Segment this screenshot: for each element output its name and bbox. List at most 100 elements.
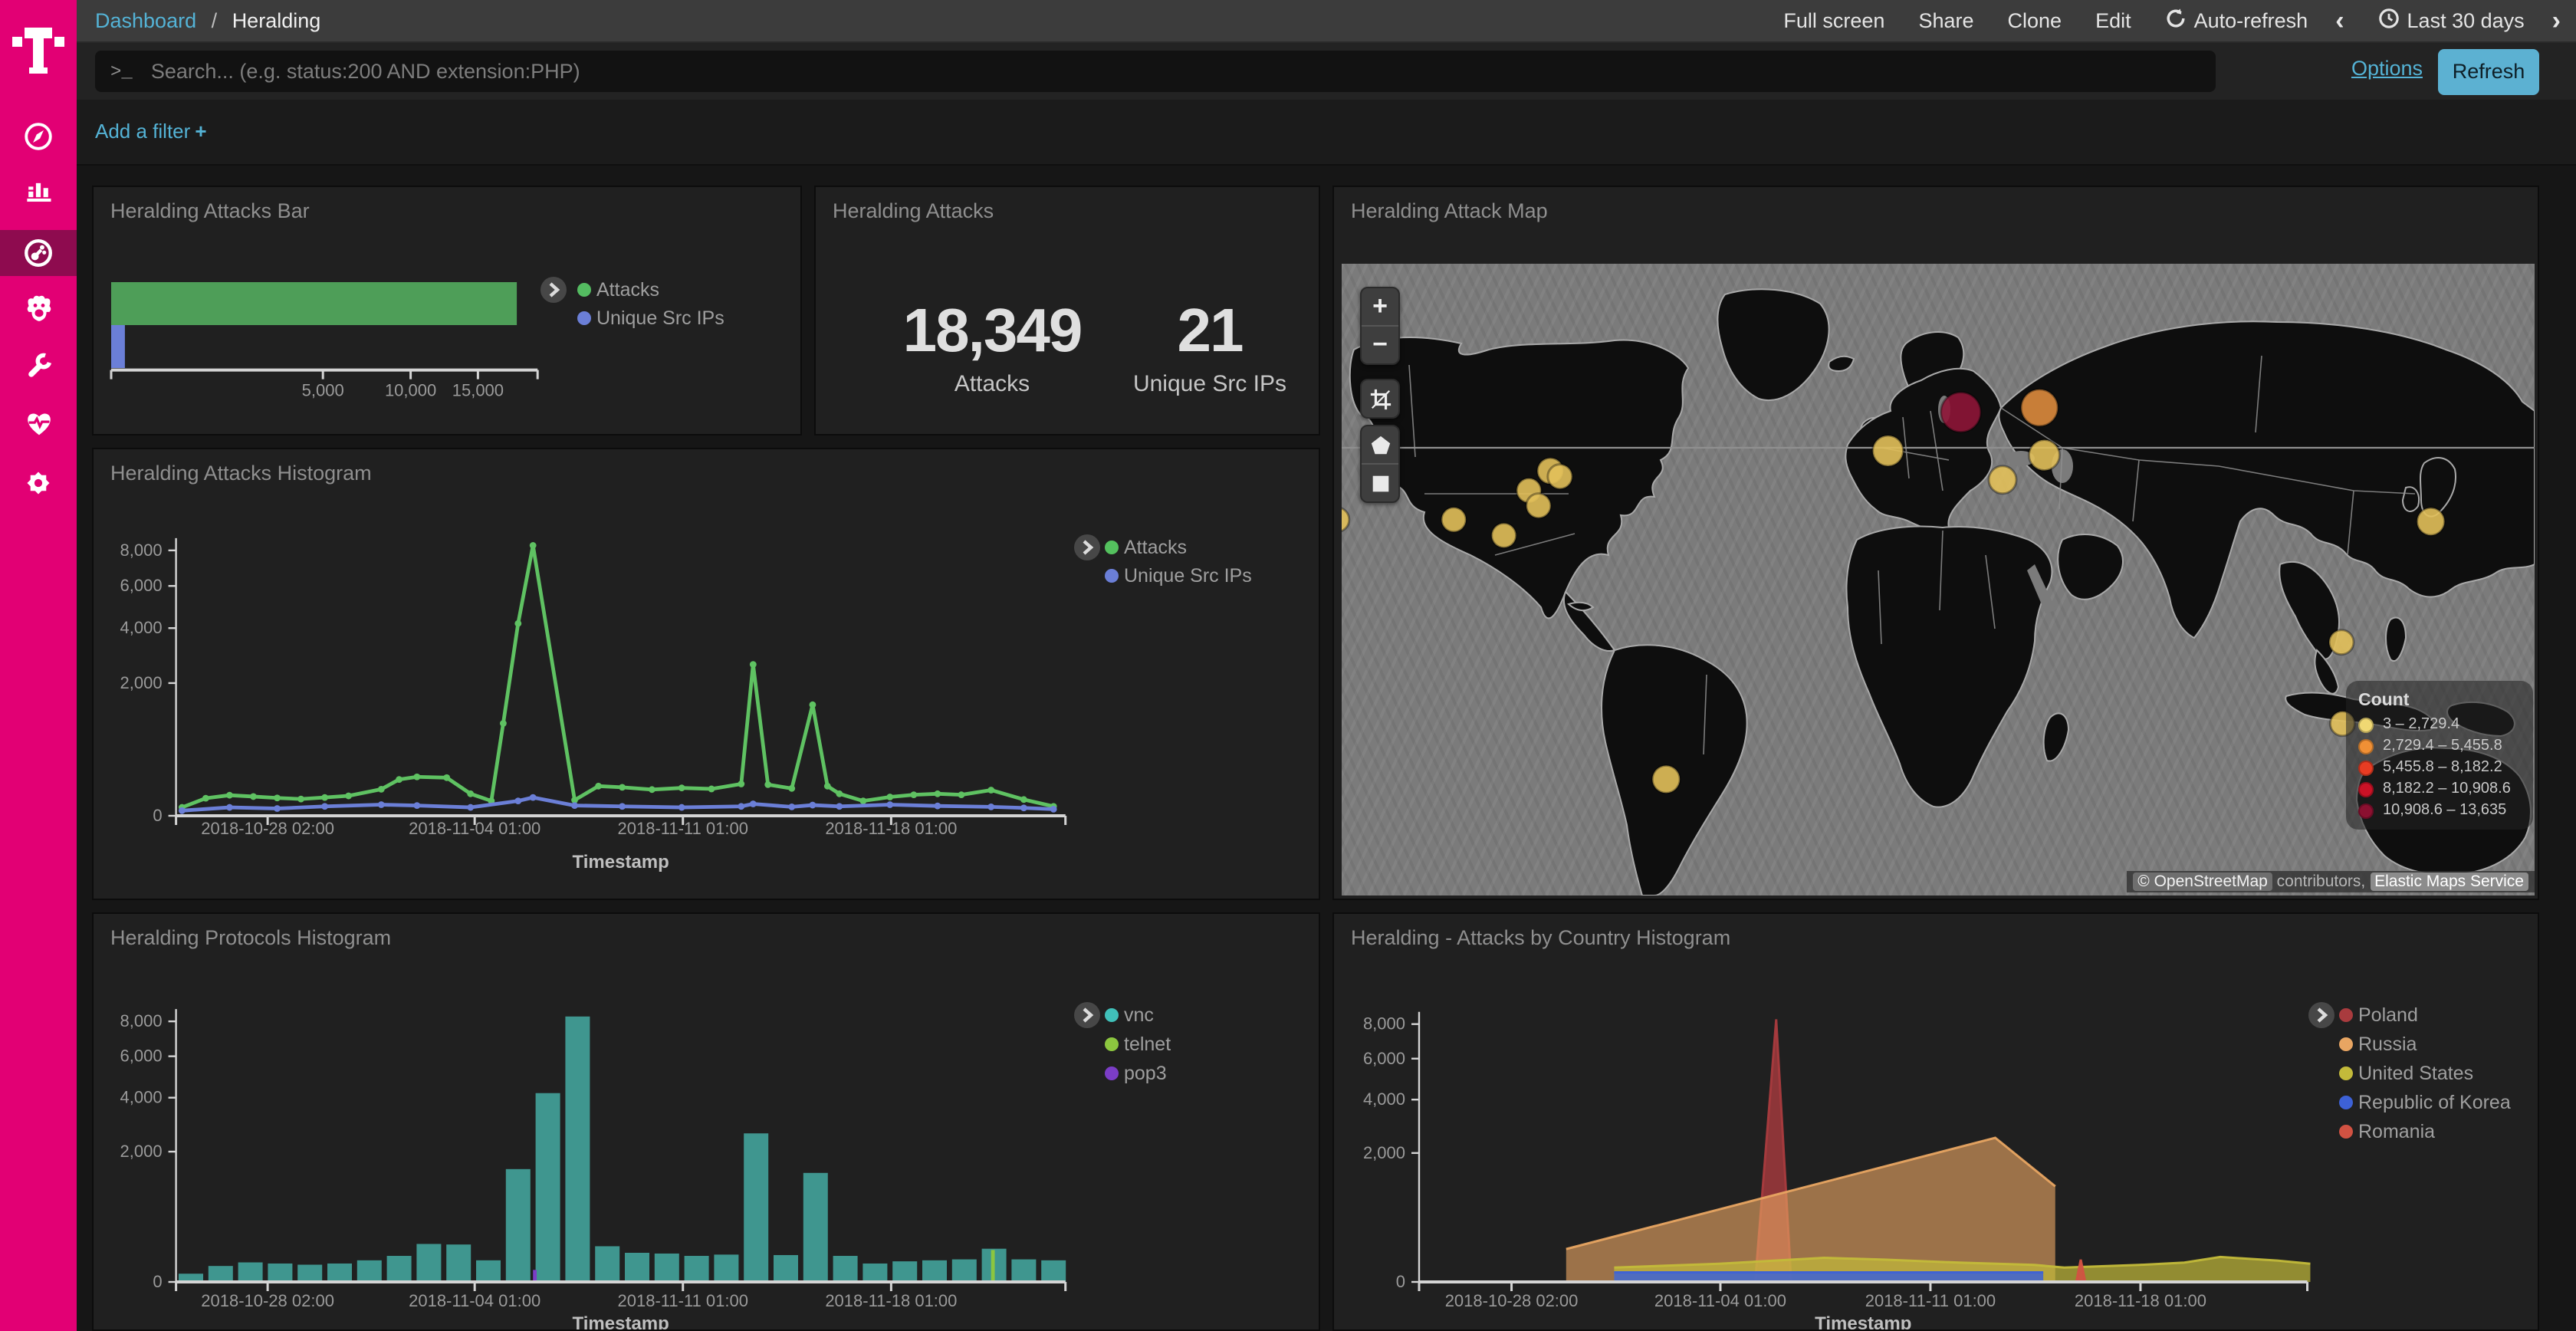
time-next-button[interactable]: ›	[2552, 8, 2561, 34]
edit-button[interactable]: Edit	[2095, 9, 2131, 32]
breadcrumb: Dashboard / Heralding	[95, 9, 320, 32]
legend-item[interactable]: Attacks	[577, 279, 659, 301]
panel-attacks-histogram: Heralding Attacks Histogram 02,0004,0006…	[92, 448, 1320, 900]
svg-text:2018-11-11 01:00: 2018-11-11 01:00	[618, 819, 748, 838]
panel-country-histogram: Heralding - Attacks by Country Histogram…	[1332, 912, 2539, 1331]
attack-dot[interactable]	[1652, 765, 1680, 793]
count-range-dot	[2358, 738, 2374, 754]
crop-filter-icon[interactable]	[1362, 380, 1398, 417]
chart-legend[interactable]: Attacks Unique Src IPs	[1074, 534, 1252, 587]
legend-item[interactable]: Attacks	[1105, 537, 1187, 558]
time-picker-button[interactable]: Last 30 days	[2378, 8, 2525, 34]
options-link[interactable]: Options	[2351, 57, 2423, 80]
metric-value: 21	[1095, 297, 1325, 366]
panel-attacks-metric: Heralding Attacks 18,349 Attacks 21 Uniq…	[814, 186, 1320, 435]
country-histogram-chart[interactable]: 02,0004,0006,0008,0002018-10-28 02:00201…	[1334, 914, 2538, 1329]
svg-text:4,000: 4,000	[120, 1088, 163, 1107]
attack-dot[interactable]	[1941, 393, 1981, 432]
sidebar-item-timelion[interactable]	[0, 282, 77, 334]
t-mobile-logo[interactable]	[12, 15, 64, 86]
sidebar-item-monitoring[interactable]	[0, 397, 77, 449]
sidebar-item-dashboard[interactable]	[0, 230, 77, 276]
svg-text:2018-11-04 01:00: 2018-11-04 01:00	[1654, 1291, 1786, 1310]
clone-button[interactable]: Clone	[2008, 9, 2062, 32]
attack-dot[interactable]	[1342, 508, 1349, 532]
rectangle-draw-icon[interactable]	[1362, 463, 1398, 501]
svg-text:Timestamp: Timestamp	[1815, 1313, 1911, 1329]
compass-icon	[21, 120, 55, 153]
filter-bar: Add a filter+	[77, 100, 2576, 166]
metric-unique-src-ips: 21 Unique Src IPs	[1095, 297, 1325, 397]
map-legend-entry: 3 – 2,729.4	[2358, 716, 2521, 733]
attack-dot[interactable]	[1548, 465, 1572, 489]
svg-text:United States: United States	[2358, 1063, 2473, 1084]
breadcrumb-dashboard-link[interactable]: Dashboard	[95, 9, 196, 32]
attack-dot[interactable]	[2329, 630, 2354, 655]
attack-dot[interactable]	[1989, 466, 2016, 494]
zoom-in-button[interactable]: +	[1362, 288, 1398, 325]
svg-text:Attacks: Attacks	[596, 279, 659, 301]
search-input[interactable]	[148, 58, 2200, 84]
wrench-icon	[21, 350, 55, 383]
svg-text:Timestamp: Timestamp	[573, 1313, 669, 1329]
attack-dot[interactable]	[2417, 508, 2445, 535]
attacks-bar-chart[interactable]: 5,00010,00015,000AttacksUnique Src IPs	[94, 187, 800, 434]
world-map[interactable]: + − Count 3 – 2,729.42,729.4 – 5,455.85,…	[1342, 264, 2535, 896]
zoom-out-button[interactable]: −	[1362, 325, 1398, 363]
attacks-histogram-chart[interactable]: 02,0004,0006,0008,0002018-10-28 02:00201…	[94, 449, 1319, 899]
legend-item[interactable]: telnet	[1105, 1034, 1171, 1055]
attack-dot[interactable]	[1873, 435, 1904, 466]
legend-item[interactable]: Romania	[2339, 1121, 2435, 1142]
svg-text:0: 0	[153, 1272, 162, 1291]
auto-refresh-button[interactable]: Auto-refresh	[2165, 8, 2308, 34]
polygon-draw-icon[interactable]	[1362, 426, 1398, 463]
attack-dot[interactable]	[1492, 523, 1516, 547]
sidebar-item-discover[interactable]	[0, 110, 77, 163]
svg-text:6,000: 6,000	[1363, 1049, 1405, 1068]
full-screen-button[interactable]: Full screen	[1783, 9, 1884, 32]
svg-text:2018-11-18 01:00: 2018-11-18 01:00	[825, 1291, 957, 1310]
legend-item[interactable]: Unique Src IPs	[1105, 565, 1252, 587]
sidebar-item-dev-tools[interactable]	[0, 340, 77, 393]
top-navbar: Dashboard / Heralding Full screen Share …	[77, 0, 2576, 43]
add-filter-link[interactable]: Add a filter+	[95, 120, 207, 143]
map-zoom-controls: + −	[1360, 287, 1400, 365]
ems-attribution-link[interactable]: Elastic Maps Service	[2370, 873, 2528, 891]
query-bar: >_ Options Refresh	[77, 43, 2576, 100]
legend-item[interactable]: Poland	[2339, 1004, 2418, 1026]
protocols-histogram-chart[interactable]: 02,0004,0006,0008,0002018-10-28 02:00201…	[94, 914, 1319, 1329]
svg-text:10,000: 10,000	[385, 381, 436, 400]
chart-legend[interactable]: Poland Russia United States Republic of Kor…	[2308, 1002, 2511, 1142]
svg-text:Russia: Russia	[2358, 1034, 2417, 1055]
count-range-dot	[2358, 717, 2374, 732]
svg-text:5,000: 5,000	[302, 381, 344, 400]
attack-dot[interactable]	[2021, 389, 2058, 426]
attack-dot[interactable]	[2029, 440, 2059, 471]
legend-item[interactable]: Republic of Korea	[2339, 1092, 2511, 1113]
refresh-button[interactable]: Refresh	[2438, 48, 2539, 94]
svg-text:Romania: Romania	[2358, 1121, 2435, 1142]
share-button[interactable]: Share	[1918, 9, 1973, 32]
svg-text:Unique Src IPs: Unique Src IPs	[1124, 565, 1252, 587]
plus-icon: +	[195, 120, 206, 143]
legend-item[interactable]: Unique Src IPs	[577, 307, 724, 329]
chart-legend[interactable]: vnc telnet pop3	[1074, 1002, 1171, 1084]
sidebar-item-visualize[interactable]	[0, 164, 77, 216]
svg-text:Attacks: Attacks	[1124, 537, 1187, 558]
time-prev-button[interactable]: ‹	[2335, 8, 2344, 34]
legend-item[interactable]: Russia	[2339, 1034, 2417, 1055]
terminal-prompt-icon: >_	[110, 61, 133, 82]
osm-attribution-link[interactable]: © OpenStreetMap	[2133, 873, 2272, 891]
metric-label: Unique Src IPs	[1095, 371, 1325, 397]
legend-item[interactable]: pop3	[1105, 1063, 1167, 1084]
panel-title: Heralding Attacks	[833, 199, 994, 222]
legend-item[interactable]: United States	[2339, 1063, 2473, 1084]
legend-item[interactable]: vnc	[1105, 1004, 1154, 1026]
attack-dot[interactable]	[1526, 494, 1551, 518]
chart-legend[interactable]: Attacks Unique Src IPs	[540, 277, 724, 329]
panel-title: Heralding Attack Map	[1351, 199, 1548, 222]
sidebar-item-management[interactable]	[0, 457, 77, 509]
attack-dot[interactable]	[1441, 508, 1466, 532]
svg-text:0: 0	[1396, 1272, 1405, 1291]
map-filter-controls	[1360, 379, 1400, 419]
